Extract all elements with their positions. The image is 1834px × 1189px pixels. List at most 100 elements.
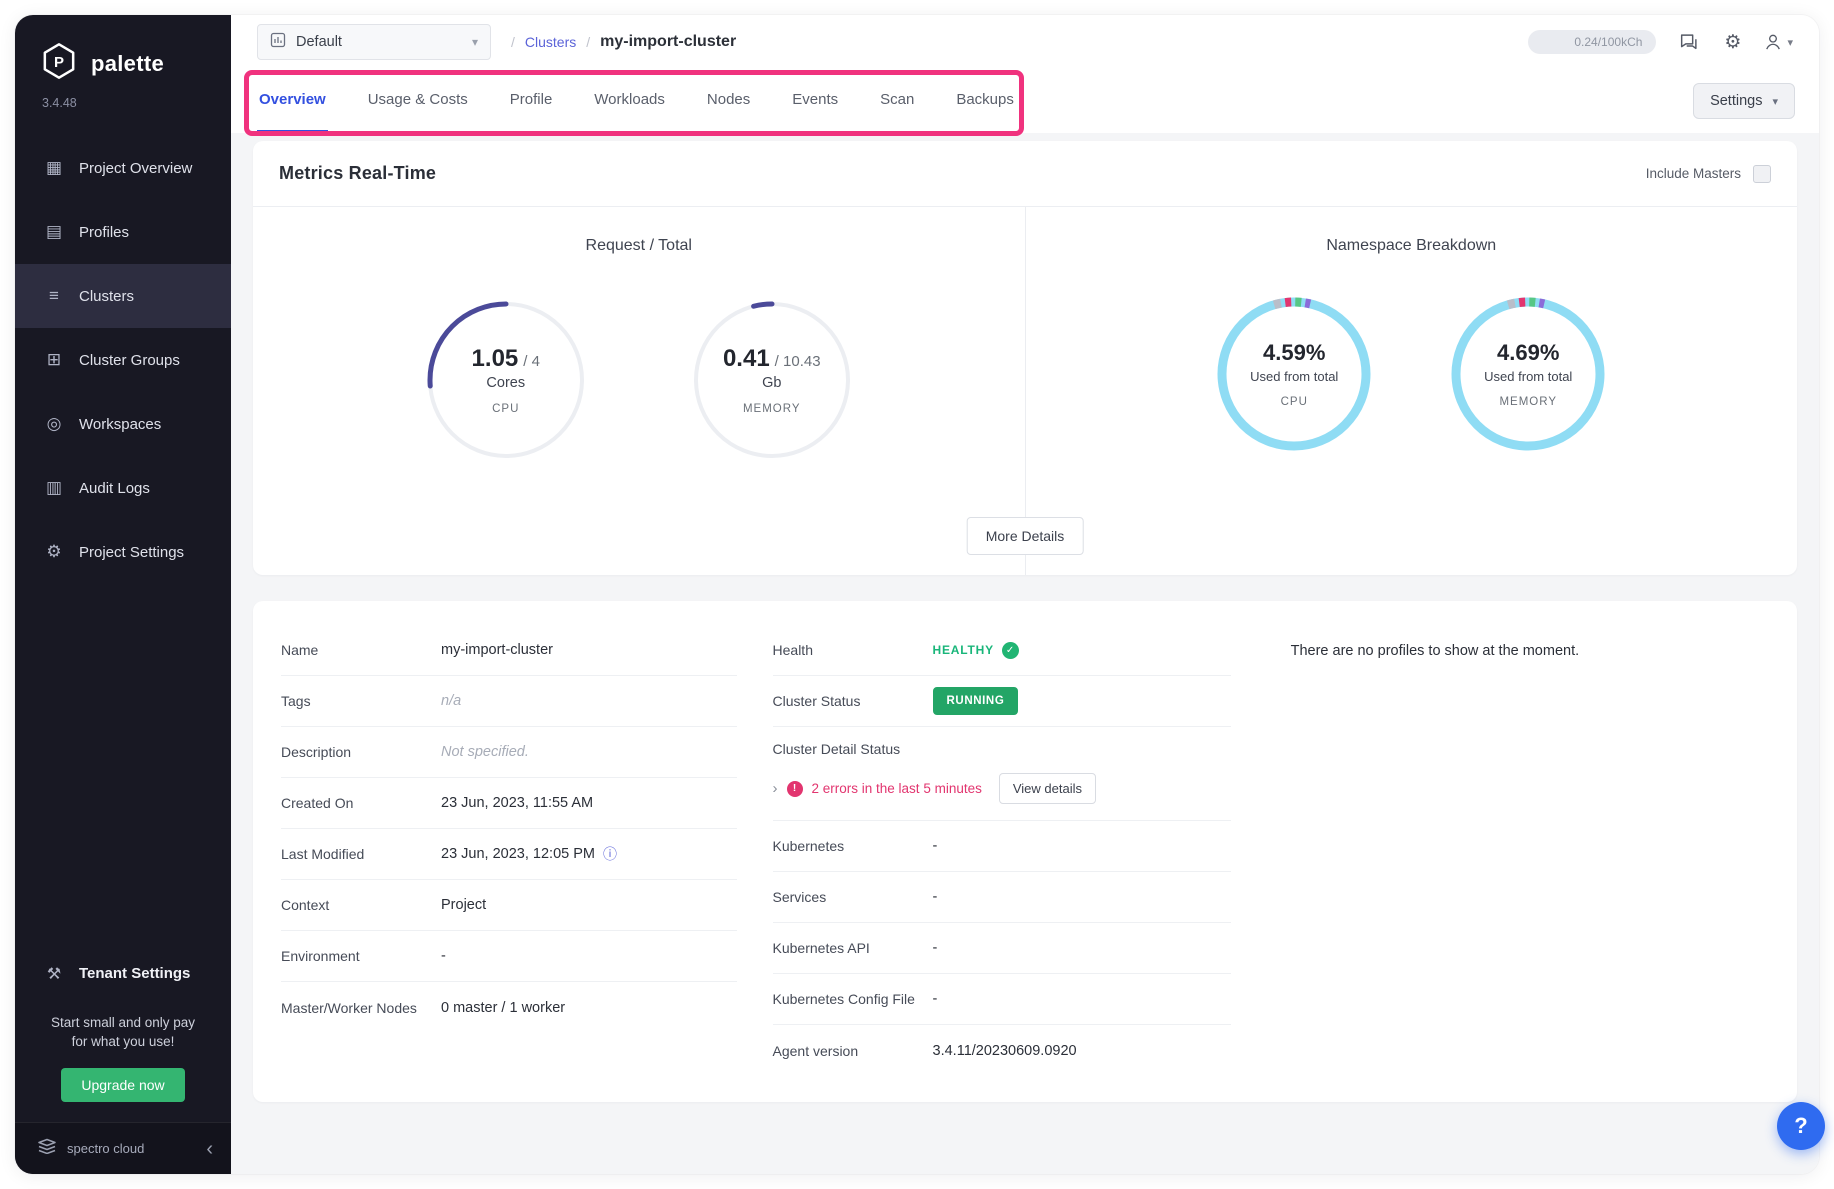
detail-label: Context	[281, 897, 441, 913]
request-total-section: Request / Total	[253, 207, 1026, 575]
chat-button[interactable]	[1676, 29, 1702, 55]
project-settings-icon: ⚙	[43, 542, 65, 562]
project-selector-value: Default	[296, 34, 462, 50]
tab-profile[interactable]: Profile	[508, 69, 555, 133]
main-area: Default ▾ / Clusters / my-import-cluster…	[231, 15, 1819, 1174]
detail-label: Kubernetes	[773, 838, 933, 854]
user-menu[interactable]: ▾	[1763, 32, 1793, 52]
audit-logs-icon: ▥	[43, 478, 65, 498]
app-version: 3.4.48	[15, 86, 231, 110]
tenant-settings-icon: ⚒	[43, 964, 65, 984]
sidebar-footer: spectro cloud ‹	[15, 1122, 231, 1174]
running-status-badge: RUNNING	[933, 687, 1019, 715]
sidebar-item-label: Project Overview	[79, 160, 192, 177]
project-overview-icon: ▦	[43, 158, 65, 178]
chevron-right-icon[interactable]: ›	[773, 780, 778, 797]
detail-label: Agent version	[773, 1043, 933, 1059]
detail-row-created-on: Created On 23 Jun, 2023, 11:55 AM	[281, 778, 737, 829]
project-selector[interactable]: Default ▾	[257, 24, 491, 60]
namespace-cpu-caption: CPU	[1281, 396, 1308, 408]
sidebar-item-tenant-settings[interactable]: ⚒ Tenant Settings	[15, 949, 231, 999]
detail-value: my-import-cluster	[441, 642, 553, 658]
help-button[interactable]: ?	[1777, 1102, 1825, 1150]
include-masters-checkbox[interactable]	[1753, 165, 1771, 183]
detail-label: Kubernetes API	[773, 940, 933, 956]
request-total-title: Request / Total	[586, 237, 692, 255]
breadcrumb: / Clusters / my-import-cluster	[511, 33, 736, 51]
info-icon[interactable]: ⓘ	[603, 844, 617, 864]
cpu-used-value: 1.05	[472, 345, 519, 373]
settings-gear-button[interactable]: ⚙	[1722, 29, 1743, 56]
memory-gauge-text: 0.41 / 10.43 Gb MEMORY	[687, 295, 857, 465]
error-icon: !	[787, 781, 803, 797]
cpu-total-value: / 4	[523, 353, 540, 370]
spectro-cloud-logo-icon	[37, 1138, 57, 1159]
promo-text: Start small and only pay for what you us…	[15, 1013, 231, 1052]
tab-workloads[interactable]: Workloads	[592, 69, 667, 133]
metrics-header: Metrics Real-Time Include Masters	[253, 141, 1797, 207]
detail-label: Name	[281, 642, 441, 658]
upgrade-now-button[interactable]: Upgrade now	[61, 1068, 184, 1102]
tab-events[interactable]: Events	[790, 69, 840, 133]
tab-overview[interactable]: Overview	[257, 69, 328, 133]
health-value: HEALTHY	[933, 643, 994, 657]
settings-dropdown-button[interactable]: Settings ▾	[1693, 83, 1795, 119]
namespace-memory-percent: 4.69%	[1497, 340, 1559, 366]
sidebar-item-cluster-groups[interactable]: ⊞ Cluster Groups	[15, 328, 231, 392]
memory-caption: MEMORY	[743, 403, 801, 415]
sidebar-item-clusters[interactable]: ≡ Clusters	[15, 264, 231, 328]
promo-line1: Start small and only pay	[15, 1013, 231, 1033]
detail-value: 23 Jun, 2023, 12:05 PM ⓘ	[441, 844, 617, 864]
detail-value: n/a	[441, 693, 461, 709]
namespace-cpu-donut: 4.59% Used from total CPU	[1209, 289, 1379, 459]
namespace-breakdown-section: Namespace Breakdown	[1026, 207, 1798, 575]
namespace-cpu-label: Used from total	[1250, 369, 1338, 384]
detail-label: Tags	[281, 693, 441, 709]
chat-icon	[1678, 31, 1700, 53]
namespace-cpu-percent: 4.59%	[1263, 340, 1325, 366]
detail-label: Cluster Status	[773, 693, 933, 709]
namespace-memory-label: Used from total	[1484, 369, 1572, 384]
more-details-button[interactable]: More Details	[967, 517, 1084, 555]
sidebar-item-profiles[interactable]: ▤ Profiles	[15, 200, 231, 264]
tab-nodes[interactable]: Nodes	[705, 69, 752, 133]
gear-icon: ⚙	[1724, 31, 1741, 54]
tenant-settings-label: Tenant Settings	[79, 965, 190, 982]
sidebar-nav: ▦ Project Overview ▤ Profiles ≡ Clusters…	[15, 136, 231, 584]
sidebar-item-project-settings[interactable]: ⚙ Project Settings	[15, 520, 231, 584]
cpu-gauge: 1.05 / 4 Cores CPU	[421, 295, 591, 465]
metrics-title: Metrics Real-Time	[279, 163, 436, 184]
tab-usage-costs[interactable]: Usage & Costs	[366, 69, 470, 133]
detail-row-master-worker-nodes: Master/Worker Nodes 0 master / 1 worker	[281, 982, 737, 1033]
user-icon	[1763, 32, 1783, 52]
detail-value: 23 Jun, 2023, 11:55 AM	[441, 795, 593, 811]
detail-value: -	[933, 940, 938, 956]
sidebar-item-workspaces[interactable]: ◎ Workspaces	[15, 392, 231, 456]
tab-label: Workloads	[594, 91, 665, 108]
memory-unit: Gb	[762, 375, 781, 391]
upgrade-wrap: Upgrade now	[15, 1068, 231, 1102]
footer-brand-name: spectro cloud	[67, 1141, 196, 1156]
tab-backups[interactable]: Backups	[954, 69, 1016, 133]
namespace-memory-text: 4.69% Used from total MEMORY	[1443, 289, 1613, 459]
cluster-details-card: Name my-import-cluster Tags n/a Descript…	[253, 601, 1797, 1102]
sidebar: P palette 3.4.48 ▦ Project Overview ▤ Pr…	[15, 15, 231, 1174]
cluster-detail-status-block: Cluster Detail Status › ! 2 errors in th…	[773, 727, 1231, 821]
breadcrumb-separator: /	[586, 34, 590, 50]
health-status: HEALTHY ✓	[933, 642, 1019, 659]
topbar-right: 0.24/100kCh ⚙ ▾	[1528, 29, 1793, 56]
detail-label: Health	[773, 642, 933, 658]
tab-scan[interactable]: Scan	[878, 69, 916, 133]
namespace-breakdown-title: Namespace Breakdown	[1326, 237, 1496, 255]
collapse-sidebar-icon[interactable]: ‹	[206, 1139, 213, 1159]
cpu-gauge-text: 1.05 / 4 Cores CPU	[421, 295, 591, 465]
breadcrumb-link-clusters[interactable]: Clusters	[525, 34, 576, 50]
detail-row-kubernetes-api: Kubernetes API -	[773, 923, 1231, 974]
sidebar-item-label: Clusters	[79, 288, 134, 305]
sidebar-item-audit-logs[interactable]: ▥ Audit Logs	[15, 456, 231, 520]
detail-row-health: Health HEALTHY ✓	[773, 625, 1231, 676]
view-details-button[interactable]: View details	[999, 773, 1096, 804]
sidebar-item-project-overview[interactable]: ▦ Project Overview	[15, 136, 231, 200]
sidebar-item-label: Workspaces	[79, 416, 161, 433]
clusters-icon: ≡	[43, 286, 65, 306]
